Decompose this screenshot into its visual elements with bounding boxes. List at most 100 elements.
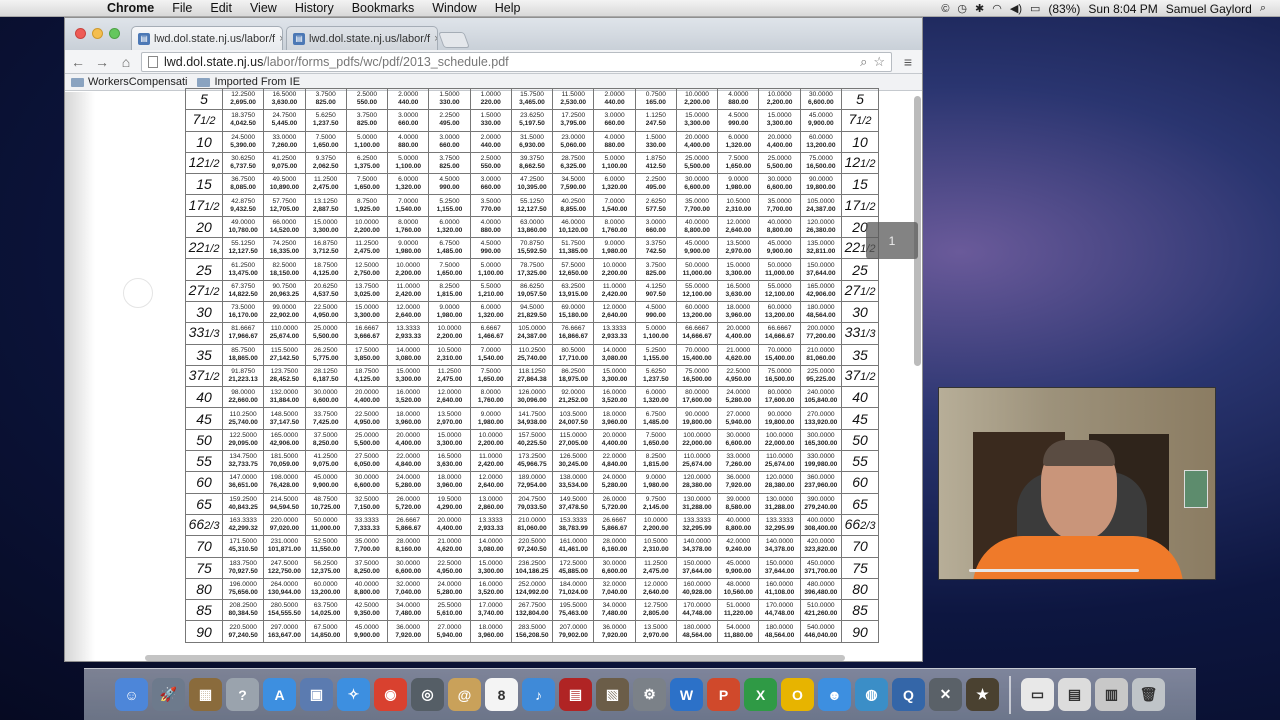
safari-icon[interactable]: ✧ bbox=[337, 678, 370, 711]
trash-icon[interactable]: 🗑 bbox=[1132, 678, 1165, 711]
bookmark-imported-from-ie[interactable]: Imported From IE bbox=[197, 76, 300, 88]
outlook-icon[interactable]: O bbox=[781, 678, 814, 711]
battery-icon[interactable]: ▭ bbox=[1030, 2, 1040, 15]
cell-amount: 1,375.00 bbox=[354, 163, 380, 171]
table-cell: 122.5000 29,095.00 bbox=[221, 428, 265, 452]
chrome-icon[interactable]: ◉ bbox=[374, 678, 407, 711]
minimize-window-button[interactable] bbox=[92, 28, 103, 39]
html-file-icon[interactable]: ▭ bbox=[1021, 678, 1054, 711]
back-arrow-icon[interactable]: ← bbox=[69, 54, 87, 70]
close-tab-icon[interactable]: × bbox=[434, 33, 437, 45]
bookmark-workers-compensation[interactable]: WorkersCompensati bbox=[71, 76, 187, 88]
menu-bookmarks[interactable]: Bookmarks bbox=[343, 1, 424, 15]
bookmark-star-icon[interactable]: ☆ bbox=[873, 54, 885, 70]
search-icon[interactable]: ⌕ bbox=[860, 54, 867, 70]
week-label: 45 bbox=[841, 407, 879, 430]
itunes-icon[interactable]: ♪ bbox=[522, 678, 555, 711]
imovie-icon[interactable]: ★ bbox=[966, 678, 999, 711]
volume-icon[interactable]: ◀) bbox=[1010, 2, 1022, 15]
menu-user[interactable]: Samuel Gaylord bbox=[1166, 2, 1252, 16]
cell-rate: 15.0000 bbox=[767, 112, 792, 120]
menu-history[interactable]: History bbox=[286, 1, 343, 15]
system-preferences-icon[interactable]: ⚙ bbox=[633, 678, 666, 711]
spotlight-icon[interactable]: ⌕ bbox=[1260, 2, 1266, 15]
network-icon[interactable]: ◍ bbox=[855, 678, 888, 711]
menu-help[interactable]: Help bbox=[486, 1, 530, 15]
cell-rate: 25.0000 bbox=[767, 155, 792, 163]
menu-edit[interactable]: Edit bbox=[201, 1, 241, 15]
time-machine-icon[interactable]: ◷ bbox=[957, 2, 967, 15]
close-tab-icon[interactable]: × bbox=[279, 33, 282, 45]
table-cell: 297.0000 163,647.00 bbox=[263, 620, 306, 643]
table-cell: 18.0000 3,960.00 bbox=[593, 407, 636, 430]
menu-window[interactable]: Window bbox=[423, 1, 485, 15]
home-icon[interactable]: ⌂ bbox=[117, 54, 135, 70]
table-cell: 70.8750 15,592.50 bbox=[510, 237, 554, 260]
cell-amount: 199,980.00 bbox=[804, 461, 838, 469]
cell-amount: 7,920.00 bbox=[725, 482, 752, 490]
photo-viewer-icon[interactable]: ▤ bbox=[559, 678, 592, 711]
address-bar[interactable]: lwd.dol.state.nj.us/labor/forms_pdfs/wc/… bbox=[141, 51, 892, 72]
cell-rate: 16.0000 bbox=[602, 389, 627, 397]
zoom-window-button[interactable] bbox=[109, 28, 120, 39]
close-window-button[interactable] bbox=[75, 28, 86, 39]
excel-icon[interactable]: X bbox=[744, 678, 777, 711]
forward-arrow-icon[interactable]: → bbox=[93, 54, 111, 70]
table-cell: 48.0000 10,560.00 bbox=[717, 577, 760, 601]
powerpoint-icon[interactable]: P bbox=[707, 678, 740, 711]
table-cell: 3.7500 825.00 bbox=[304, 87, 347, 111]
facetime-icon[interactable]: ◎ bbox=[411, 678, 444, 711]
launchpad-icon[interactable]: 🚀 bbox=[152, 678, 185, 711]
table-cell: 74.2500 16,335.00 bbox=[263, 237, 306, 260]
finder-icon[interactable]: ☺ bbox=[115, 678, 148, 711]
table-cell: 30.6250 6,737.50 bbox=[221, 151, 265, 175]
contacts-icon[interactable]: @ bbox=[448, 678, 481, 711]
tab-1[interactable]: ▤ lwd.dol.state.nj.us/labor/f × bbox=[131, 26, 283, 50]
word-icon[interactable]: W bbox=[670, 678, 703, 711]
wifi-icon[interactable]: ◠ bbox=[992, 2, 1002, 15]
new-tab-button[interactable] bbox=[438, 32, 470, 48]
calendar-icon[interactable]: 8 bbox=[485, 678, 518, 711]
cell-amount: 4,125.00 bbox=[312, 269, 339, 277]
cell-amount: 79,902.00 bbox=[558, 631, 588, 639]
utility-icon[interactable]: ✕ bbox=[929, 678, 962, 711]
pdf-viewer[interactable]: 5 12.2500 2,695.00 16.5000 3,630.00 3.7500 825… bbox=[65, 87, 922, 661]
document-file-icon[interactable]: ▤ bbox=[1058, 678, 1091, 711]
table-cell: 18.0000 3,960.00 bbox=[428, 471, 471, 494]
cell-amount: 22,000.00 bbox=[764, 439, 795, 447]
cell-amount: 4,042.50 bbox=[230, 120, 256, 128]
cell-rate: 66.6667 bbox=[767, 325, 792, 333]
horizontal-scrollbar[interactable] bbox=[145, 655, 845, 661]
cell-rate: 220.0000 bbox=[270, 517, 299, 525]
table-cell: 510.0000 421,260.00 bbox=[799, 599, 843, 622]
cell-rate: 42.5000 bbox=[355, 602, 379, 610]
cell-amount: 13,915.00 bbox=[558, 290, 588, 298]
cell-rate: 297.0000 bbox=[270, 623, 299, 631]
help-icon[interactable]: ? bbox=[226, 678, 259, 711]
week-label: 80 bbox=[185, 577, 223, 601]
table-cell: 2.5000 550.00 bbox=[345, 87, 389, 111]
cell-rate: 105.0000 bbox=[807, 197, 835, 205]
messenger-icon[interactable]: ☻ bbox=[818, 678, 851, 711]
tab-2[interactable]: ▤ lwd.dol.state.nj.us/labor/f × bbox=[286, 26, 438, 50]
menu-clock[interactable]: Sun 8:04 PM bbox=[1088, 2, 1157, 16]
skype-icon[interactable]: © bbox=[941, 3, 949, 15]
cell-amount: 2,310.00 bbox=[725, 205, 752, 213]
downloads-stack-icon[interactable]: ▥ bbox=[1095, 678, 1128, 711]
quicktime-icon[interactable]: Q bbox=[892, 678, 925, 711]
menu-app-chrome[interactable]: Chrome bbox=[98, 1, 163, 15]
cell-amount: 25,740.00 bbox=[228, 418, 258, 426]
bluetooth-icon[interactable]: ✱ bbox=[975, 2, 984, 15]
menu-file[interactable]: File bbox=[163, 1, 201, 15]
chrome-menu-icon[interactable]: ≡ bbox=[898, 54, 918, 70]
app-store-icon[interactable]: A bbox=[263, 678, 296, 711]
preview-icon[interactable]: ▣ bbox=[300, 678, 333, 711]
menu-view[interactable]: View bbox=[241, 1, 286, 15]
cell-amount: 156,208.50 bbox=[515, 631, 549, 639]
iphoto-icon[interactable]: ▧ bbox=[596, 678, 629, 711]
photo-booth-icon[interactable]: ▦ bbox=[189, 678, 222, 711]
cell-rate: 45.0000 bbox=[726, 559, 751, 567]
cell-rate: 27.5000 bbox=[355, 453, 379, 461]
cell-amount: 4,620.00 bbox=[725, 354, 752, 362]
cell-rate: 264.0000 bbox=[270, 580, 299, 588]
